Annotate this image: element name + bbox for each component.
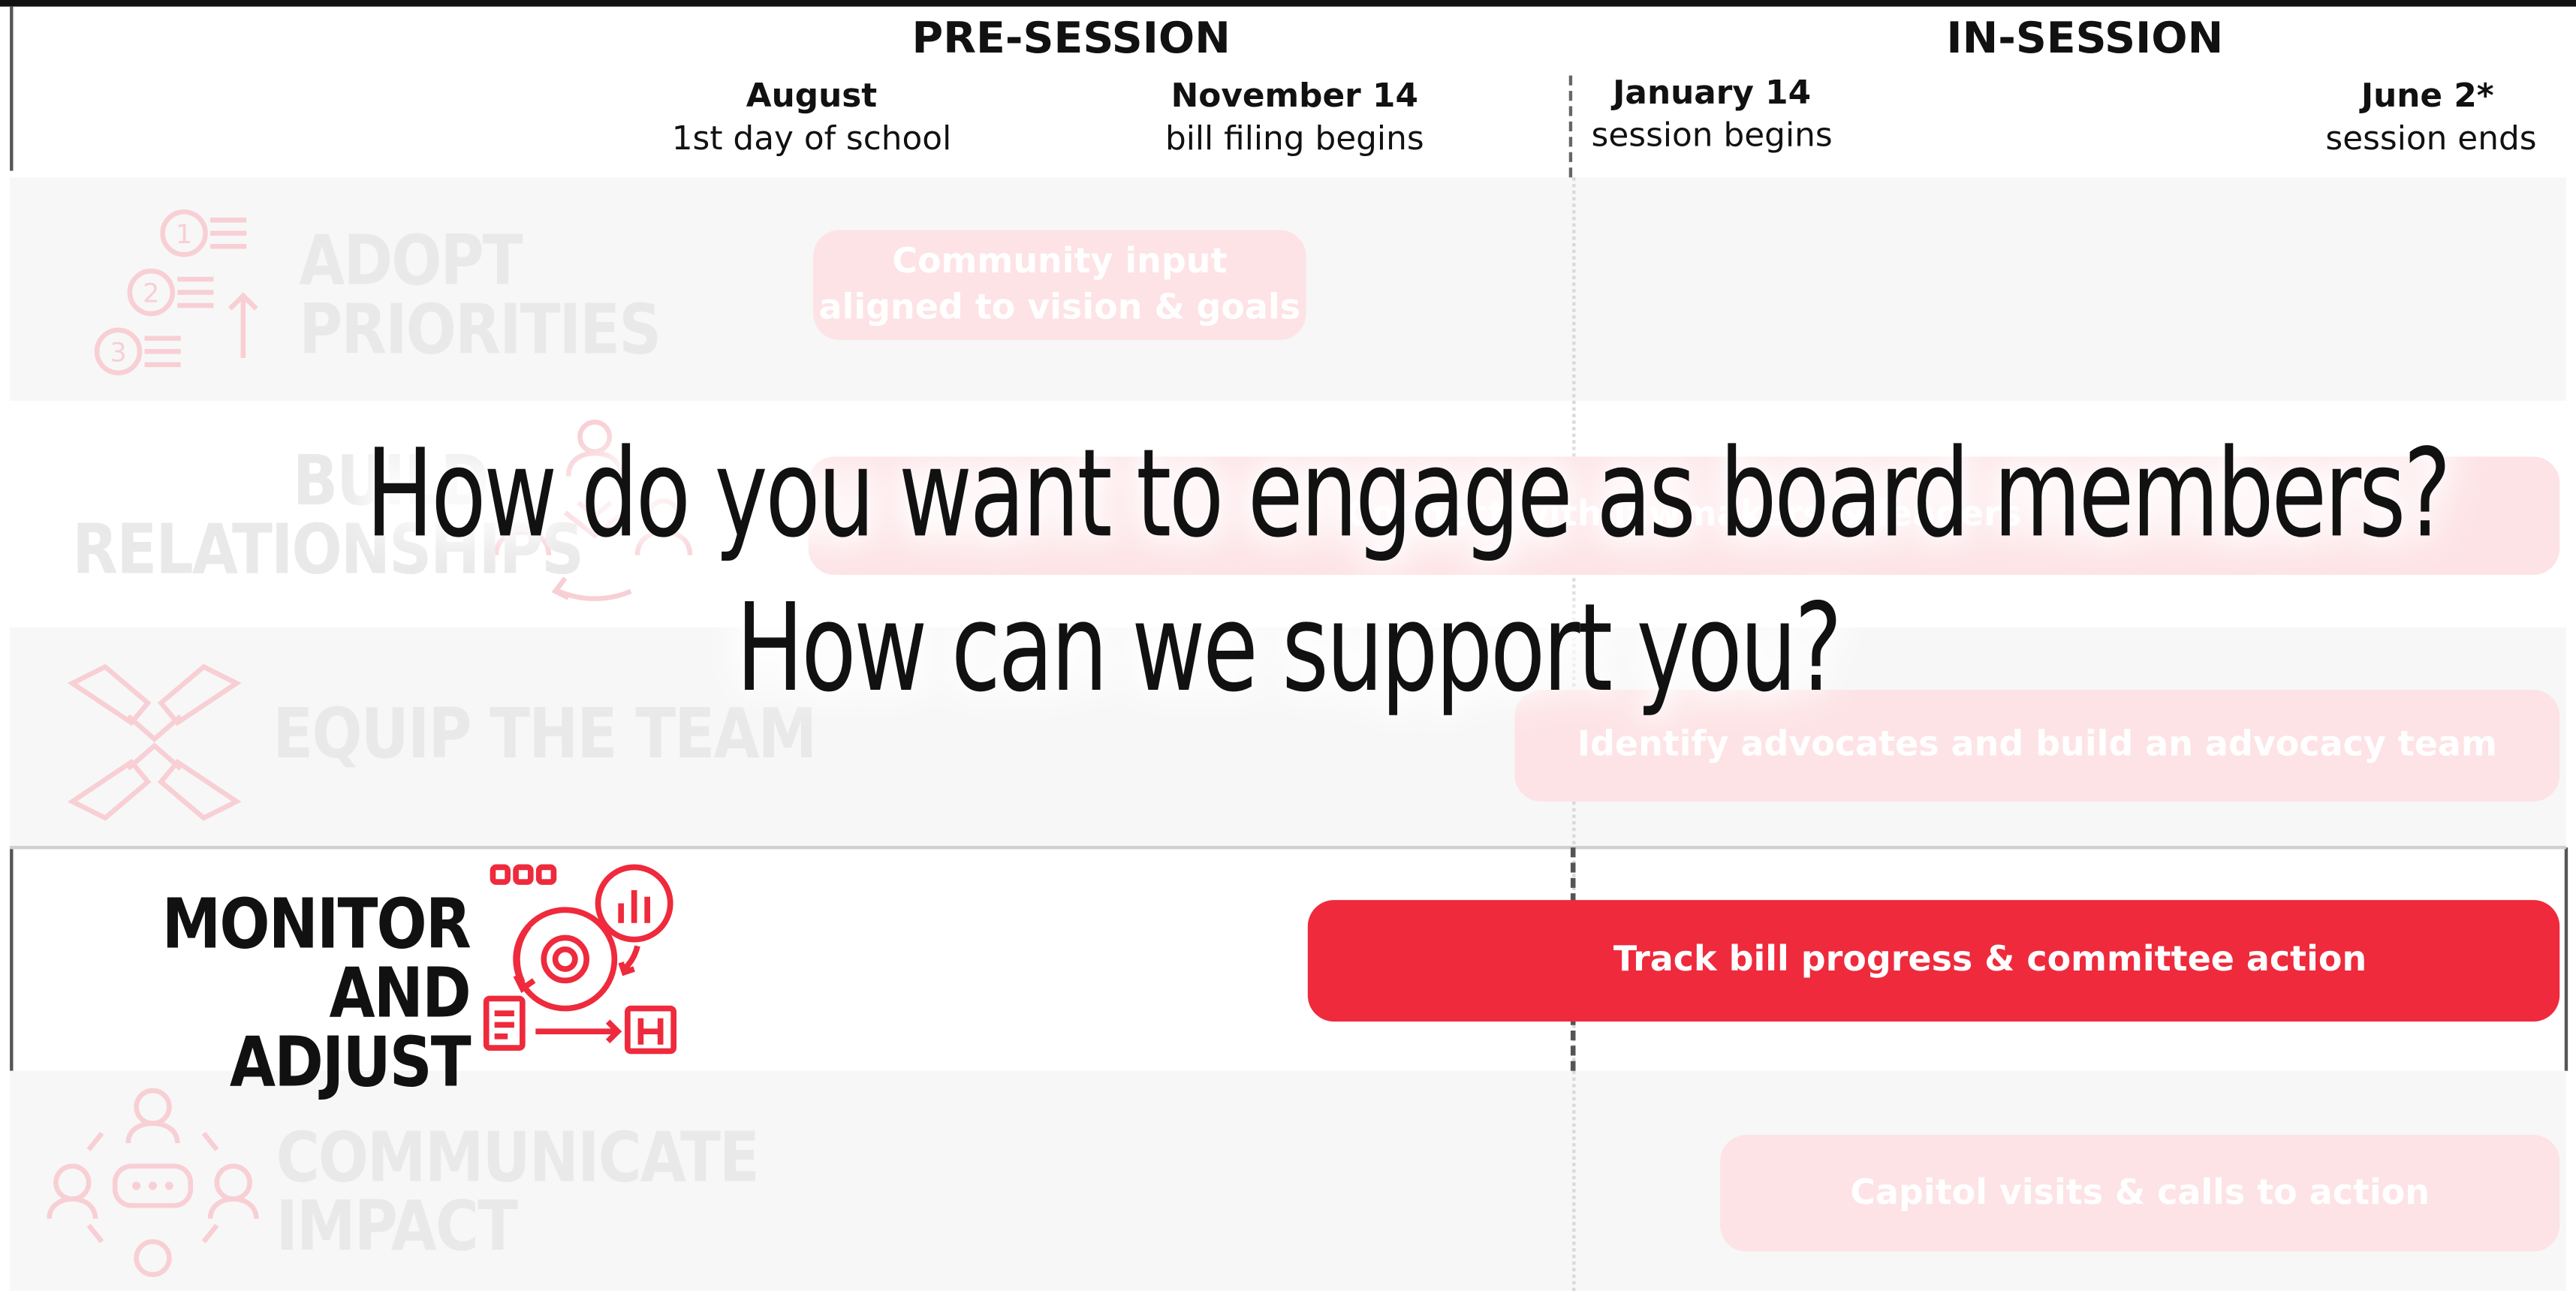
numbered-list-icon: 1 2 3 (94, 209, 258, 376)
row-label-line1: COMMUNICATE (276, 1116, 760, 1198)
overlay-question-2-text: How can we support you? (736, 578, 1842, 720)
row-label: COMMUNICATE IMPACT (276, 1116, 760, 1267)
bar-community-input: Community input aligned to vision & goal… (813, 230, 1306, 340)
bar-track-bill-progress: Track bill progress & committee action (1307, 900, 2560, 1022)
date-november: November 14 bill filing begins (1165, 76, 1424, 158)
svg-text:2: 2 (143, 279, 159, 309)
overlay-question-2: How can we support you? (0, 578, 2576, 719)
row-label-line2: IMPACT (276, 1185, 518, 1267)
date-label: November 14 (1170, 75, 1418, 116)
svg-text:1: 1 (176, 220, 192, 250)
row-label-line2: PRIORITIES (299, 289, 661, 370)
left-border-header (10, 6, 13, 171)
date-sub: session ends (2325, 118, 2537, 158)
row-label: ADOPT PRIORITIES (299, 220, 661, 370)
date-january: January 14 session begins (1592, 72, 1833, 154)
timeline-diagram: PRE-SESSION IN-SESSION August 1st day of… (0, 0, 2576, 1291)
date-label: August (746, 75, 878, 116)
phase-pre-session: PRE-SESSION (911, 14, 1231, 65)
community-chat-icon (47, 1088, 259, 1277)
date-sub: 1st day of school (671, 118, 952, 158)
monitor-cycle-icon (483, 864, 676, 1055)
date-sub: bill filing begins (1164, 118, 1424, 158)
top-border (0, 0, 2576, 7)
overlay-question-1: How do you want to engage as board membe… (0, 424, 2576, 565)
date-june: June 2* session ends (2300, 76, 2536, 158)
date-label: June 2* (2361, 75, 2494, 116)
date-august: August 1st day of school (672, 76, 952, 158)
date-label: January 14 (1613, 72, 1812, 112)
row-label-line1: MONITOR AND (161, 883, 472, 1034)
bar-capitol-visits: Capitol visits & calls to action (1720, 1135, 2560, 1252)
active-row-separator (10, 845, 2566, 850)
phase-in-session: IN-SESSION (1946, 14, 2224, 65)
row-label: MONITOR AND ADJUST (122, 883, 472, 1097)
date-sub: session begins (1591, 115, 1833, 155)
svg-text:3: 3 (110, 338, 126, 368)
session-start-marker (1568, 75, 1573, 178)
row-label-line1: ADOPT (299, 220, 523, 301)
overlay-question-1-text: How do you want to engage as board membe… (366, 423, 2451, 565)
